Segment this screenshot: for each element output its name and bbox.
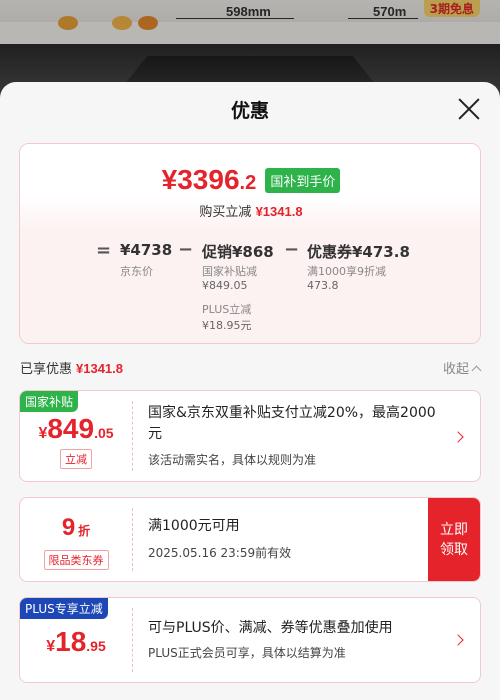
close-icon[interactable] xyxy=(456,96,482,122)
coupon-description: 满1000元可用 xyxy=(148,518,240,534)
collapse-label: 收起 xyxy=(442,362,469,377)
chevron-up-icon xyxy=(471,365,482,376)
final-price-row: ¥3396.2 国补到手价 xyxy=(20,164,480,196)
coupon-amount: ¥18.95 xyxy=(46,626,106,657)
applied-discount-label: 已享优惠 xyxy=(20,362,73,377)
coupon-category-discount[interactable]: 9折 限品类东券 满1000元可用 2025.05.16 23:59前有效 立即… xyxy=(19,497,481,582)
discount-sheet: 优惠 ¥3396.2 国补到手价 购买立减 ¥1341.8 = ¥4738 京东… xyxy=(0,82,500,700)
coupon-chip: 限品类东券 xyxy=(20,549,132,570)
collapse-toggle[interactable]: 收起 xyxy=(442,358,482,377)
chevron-right-icon xyxy=(452,634,464,646)
coupon-divider xyxy=(132,608,133,672)
coupon-plus-discount[interactable]: PLUS专享立减 ¥18.95 可与PLUS价、满减、券等优惠叠加使用 PLUS… xyxy=(19,597,481,683)
plus-discount-value: ¥18.95元 xyxy=(202,319,252,332)
purchase-discount-amount: ¥1341.8 xyxy=(255,204,303,219)
purchase-discount-row: 购买立减 ¥1341.8 xyxy=(20,201,480,220)
price-breakdown: = ¥4738 京东价 − 促销¥868 国家补贴减 ¥849.05 PLUS立… xyxy=(20,230,480,343)
subsidy-price-badge: 国补到手价 xyxy=(265,167,341,193)
applied-discount: 已享优惠 ¥1341.8 xyxy=(20,358,123,377)
chevron-right-icon xyxy=(452,431,464,443)
minus-sign: − xyxy=(284,239,300,260)
jd-price-label: 京东价 xyxy=(120,265,153,278)
coupon-tag: 国家补贴 xyxy=(20,391,79,412)
coupon-note: 该活动需实名，具体以规则为准 xyxy=(148,453,317,467)
sheet-title: 优惠 xyxy=(230,100,269,122)
jd-price: ¥4738 xyxy=(120,241,173,259)
purchase-discount-label: 购买立减 xyxy=(199,205,252,220)
coupon-chip: 立减 xyxy=(20,448,132,469)
coupon-divider xyxy=(132,401,133,471)
national-subsidy-label: 国家补贴减 xyxy=(202,265,257,278)
claim-button[interactable]: 立即领取 xyxy=(428,498,480,581)
price-summary-card: ¥3396.2 国补到手价 购买立减 ¥1341.8 = ¥4738 京东价 −… xyxy=(19,143,481,344)
coupon-amount: ¥849.05 xyxy=(38,413,114,444)
coupon-amount: 9折 xyxy=(61,514,91,541)
applied-discount-amount: ¥1341.8 xyxy=(76,361,124,376)
plus-discount-label: PLUS立减 xyxy=(202,303,252,316)
coupon-expiry: 2025.05.16 23:59前有效 xyxy=(148,546,292,560)
equals-sign: = xyxy=(96,240,112,261)
coupon-rule-label: 满1000享9折减 xyxy=(307,265,386,278)
coupon-note: PLUS正式会员可享，具体以结算为准 xyxy=(148,646,346,660)
national-subsidy-value: ¥849.05 xyxy=(202,279,248,292)
coupon-rule-value: 473.8 xyxy=(307,279,339,292)
coupon-tag: PLUS专享立减 xyxy=(20,598,108,619)
coupon-description: 国家&京东双重补贴支付立减20%，最高2000元 xyxy=(148,405,436,442)
coupon-price: 优惠券¥473.8 xyxy=(307,243,410,261)
final-price: ¥3396.2 xyxy=(161,164,257,195)
coupon-description: 可与PLUS价、满减、券等优惠叠加使用 xyxy=(148,620,393,636)
promotion-price: 促销¥868 xyxy=(202,243,274,261)
minus-sign: − xyxy=(178,239,194,260)
coupon-divider xyxy=(132,508,133,571)
coupon-national-subsidy[interactable]: 国家补贴 ¥849.05 立减 国家&京东双重补贴支付立减20%，最高2000元… xyxy=(19,390,481,482)
